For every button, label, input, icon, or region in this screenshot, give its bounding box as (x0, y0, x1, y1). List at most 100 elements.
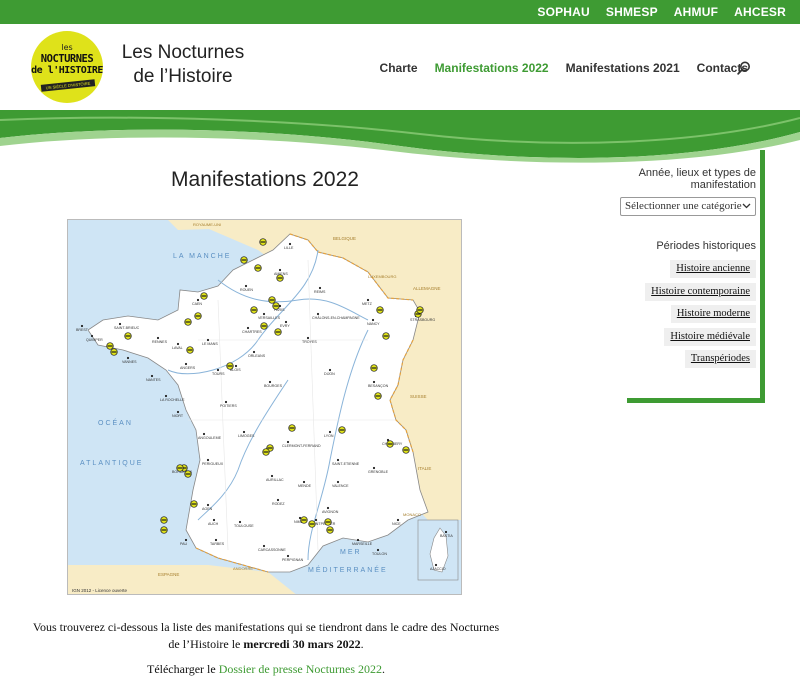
event-marker-band (107, 345, 113, 347)
map-city-label: EVRY (280, 324, 290, 328)
topbar-link-ahcesr[interactable]: AHCESR (734, 5, 786, 19)
tag-histoire-moderne[interactable]: Histoire moderne (670, 305, 756, 323)
tag-histoire-contemporaine[interactable]: Histoire contemporaine (645, 283, 756, 301)
map-city-label: QUIMPER (86, 338, 103, 342)
map-city-label: SAINT-BRIEUC (114, 326, 140, 330)
map-city-label: CLERMONT-FERRAND (282, 444, 321, 448)
map-city-label: AUCH (208, 522, 219, 526)
event-marker-band (195, 315, 201, 317)
event-marker-band (261, 325, 267, 327)
topbar-link-sophau[interactable]: SOPHAU (537, 5, 590, 19)
map-city-label: TOULOUSE (234, 524, 254, 528)
map-city-label: LYON (324, 434, 334, 438)
site-logo[interactable]: les NOCTURNES de l'HISTOIRE UN SIÈCLE D'… (31, 31, 103, 103)
topbar-link-shmesp[interactable]: SHMESP (606, 5, 658, 19)
event-marker-band (241, 259, 247, 261)
tag-histoire-medievale[interactable]: Histoire médiévale (664, 328, 756, 346)
event-marker-band (185, 473, 191, 475)
map-sea-label: ATLANTIQUE (80, 460, 143, 467)
event-marker-band (255, 267, 261, 269)
map-city-dot (444, 530, 448, 534)
tag-transperiodes[interactable]: Transpériodes (684, 350, 756, 368)
map-city-label: METZ (362, 302, 373, 306)
site-title-line2: de l’Histoire (133, 66, 233, 87)
sidebar-accent-bottom (627, 398, 765, 403)
map-city-dot (356, 538, 360, 542)
map-city-label: AGEN (202, 507, 213, 511)
chevron-down-icon (742, 203, 751, 209)
map-city-label: BOURGES (264, 384, 283, 388)
event-marker-band (161, 529, 167, 531)
map-country-label: ALLEMAGNE (413, 286, 441, 291)
map-sea-label: MÉDITERRANÉE (308, 565, 388, 574)
nav-item-manifestations-2021[interactable]: Manifestations 2021 (566, 61, 680, 75)
site-title[interactable]: Les Nocturnes de l’Histoire (113, 41, 253, 89)
map-city-label: AURILLAC (266, 478, 284, 482)
map-city-label: PERIGUEUX (202, 462, 224, 466)
map-city-label: NICE (392, 522, 401, 526)
map-city-label: TOURS (212, 372, 225, 376)
event-marker-band (275, 331, 281, 333)
map-city-label: ORLEANS (248, 354, 266, 358)
map-city-dot (206, 458, 210, 462)
download-end: . (382, 662, 386, 676)
map-country-label: MONACO (403, 512, 421, 517)
event-marker-band (383, 335, 389, 337)
event-marker-band (251, 309, 257, 311)
map-city-dot (184, 362, 188, 366)
map-city-label: VANNES (122, 360, 137, 364)
map-city-dot (434, 563, 438, 567)
site-title-line1: Les Nocturnes (121, 42, 245, 63)
map-city-dot (90, 334, 94, 338)
download-label: Télécharger le (146, 662, 219, 676)
map-city-label: CAEN (192, 302, 202, 306)
download-paragraph: Télécharger le Dossier de presse Nocturn… (30, 662, 502, 677)
map-sea-label: MER (340, 549, 362, 556)
intro-paragraph: Vous trouverez ci-dessous la liste des m… (30, 619, 502, 653)
nav-item-manifestations-2022[interactable]: Manifestations 2022 (435, 61, 549, 75)
map-city-dot (372, 380, 376, 384)
map-country-label: LUXEMBOURG (368, 274, 396, 279)
logo-text-nocturnes: NOCTURNES (40, 53, 94, 65)
map-city-dot (238, 520, 242, 524)
logo-text-les: les (61, 43, 73, 52)
secondary-nav: SOPHAU SHMESP AHMUF AHCESR (537, 0, 786, 24)
nav-item-charte[interactable]: Charte (380, 61, 418, 75)
map-country-label: ESPAGNE (158, 572, 179, 577)
press-kit-link[interactable]: Dossier de presse Nocturnes 2022 (219, 662, 382, 676)
map-city-label: NANCY (367, 322, 380, 326)
map-city-label: STRASBOURG (410, 318, 435, 322)
map-city-label: ANGERS (180, 366, 196, 370)
event-marker-band (371, 367, 377, 369)
map-city-label: NANTES (146, 378, 161, 382)
map-city-dot (278, 268, 282, 272)
map-city-dot (306, 336, 310, 340)
event-marker-band (227, 365, 233, 367)
map-city-dot (268, 380, 272, 384)
event-marker-band (327, 529, 333, 531)
category-select[interactable]: Sélectionner une catégorie (620, 197, 756, 216)
event-marker-band (289, 427, 295, 429)
event-marker-band (177, 467, 183, 469)
map-city-label: ANGOULEME (198, 436, 222, 440)
topbar-link-ahmuf[interactable]: AHMUF (674, 5, 718, 19)
map-city-dot (328, 368, 332, 372)
map-city-label: BESANÇON (368, 384, 389, 388)
map-city-dot (284, 320, 288, 324)
map-country-label: ROYAUME-UNI (193, 222, 221, 227)
map-city-dot (246, 326, 250, 330)
map-city-label: RODEZ (272, 502, 285, 506)
map-city-dot (214, 538, 218, 542)
event-marker-band (339, 429, 345, 431)
event-marker-band (301, 519, 307, 521)
map-city-dot (371, 318, 375, 322)
event-marker-band (260, 241, 266, 243)
main-nav: Charte Manifestations 2022 Manifestation… (380, 61, 748, 75)
event-marker-band (325, 521, 331, 523)
map-country-label: BELGIQUE (333, 236, 356, 241)
tag-histoire-ancienne[interactable]: Histoire ancienne (670, 260, 756, 278)
event-marker-band (267, 447, 273, 449)
map-city-label: LIMOGES (238, 434, 255, 438)
map-city-dot (156, 336, 160, 340)
search-icon[interactable] (737, 61, 751, 75)
